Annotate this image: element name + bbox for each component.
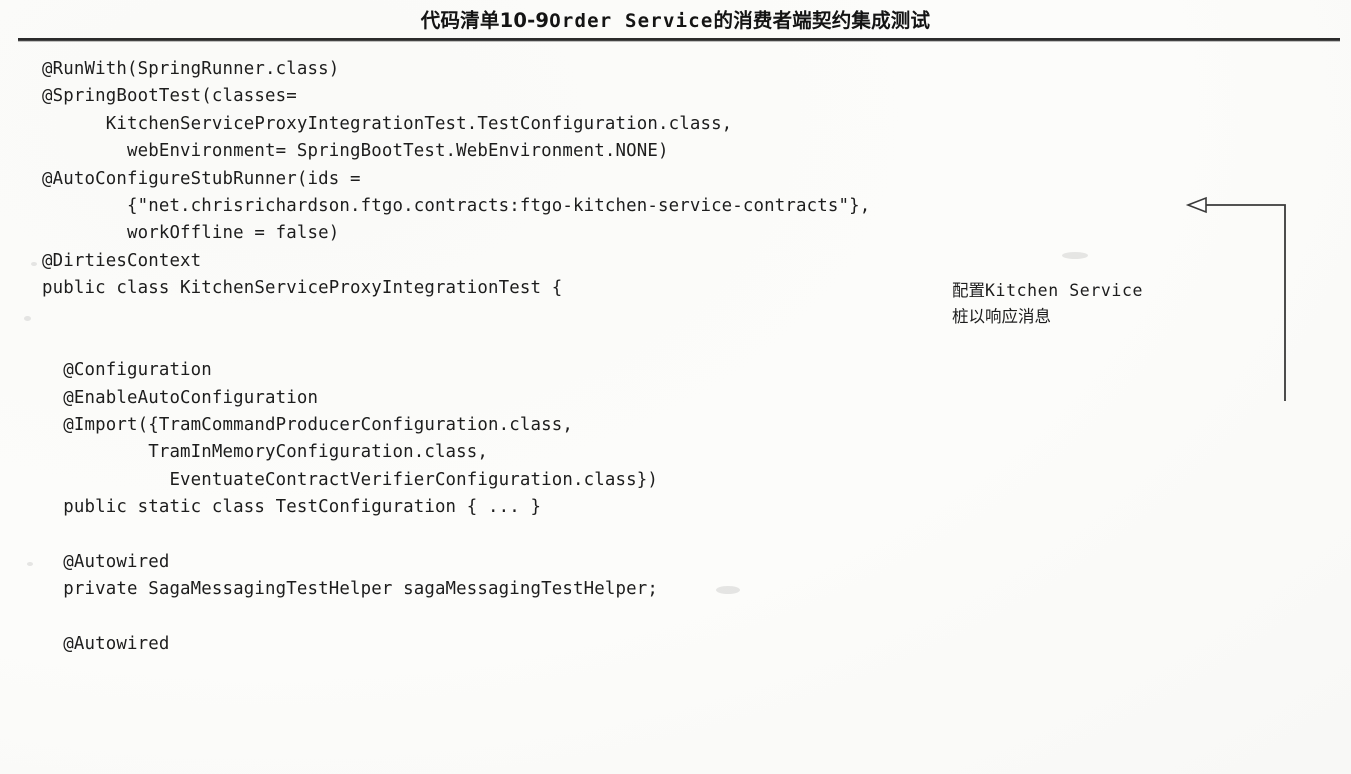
caption-suffix: 的消费者端契约集成测试 — [713, 9, 931, 32]
code-line: @Autowired — [42, 552, 170, 573]
listing-caption: 代码清单10-9Order Service的消费者端契约集成测试 — [0, 4, 1351, 33]
code-line: @RunWith(SpringRunner.class) — [42, 59, 340, 79]
code-line: public static class TestConfiguration { … — [42, 497, 542, 518]
code-line: webEnvironment= SpringBootTest.WebEnviro… — [42, 141, 669, 162]
code-line: @DirtiesContext — [42, 250, 202, 271]
annotation-line-1: 配置Kitchen Service — [952, 278, 1182, 304]
scan-speck — [31, 262, 37, 266]
code-line: private SagaMessagingTestHelper sagaMess… — [42, 579, 658, 600]
code-line: @SpringBootTest(classes= — [42, 86, 297, 107]
scan-speck — [27, 562, 33, 566]
annotation-line-2: 桩以响应消息 — [952, 307, 1051, 326]
caption-mono-title: Order Service — [549, 10, 714, 32]
listing-caption-block: 代码清单10-9Order Service的消费者端契约集成测试 — [0, 0, 1351, 40]
code-line: KitchenServiceProxyIntegrationTest.TestC… — [42, 113, 733, 134]
annotation-text-mono: Kitchen Service — [985, 281, 1144, 300]
code-line: {"net.chrisrichardson.ftgo.contracts:ftg… — [42, 195, 871, 216]
caption-divider-rule — [18, 38, 1340, 42]
code-line: EventuateContractVerifierConfiguration.c… — [42, 469, 658, 490]
code-line: @Import({TramCommandProducerConfiguratio… — [42, 415, 574, 436]
code-line: @Autowired — [42, 634, 170, 655]
annotation-kitchen-stub: 配置Kitchen Service 桩以响应消息 — [952, 278, 1182, 330]
annotation-text-cn: 配置 — [952, 281, 985, 300]
code-line: workOffline = false) — [42, 223, 340, 244]
code-line: TramInMemoryConfiguration.class, — [42, 442, 489, 463]
caption-prefix: 代码清单10-9 — [420, 9, 550, 32]
code-line: @EnableAutoConfiguration — [42, 387, 319, 408]
code-listing: @RunWith(SpringRunner.class) @SpringBoot… — [42, 56, 1192, 659]
code-line: @AutoConfigureStubRunner(ids = — [42, 168, 361, 189]
scan-speck — [24, 316, 31, 321]
code-line: @Configuration — [42, 360, 212, 381]
